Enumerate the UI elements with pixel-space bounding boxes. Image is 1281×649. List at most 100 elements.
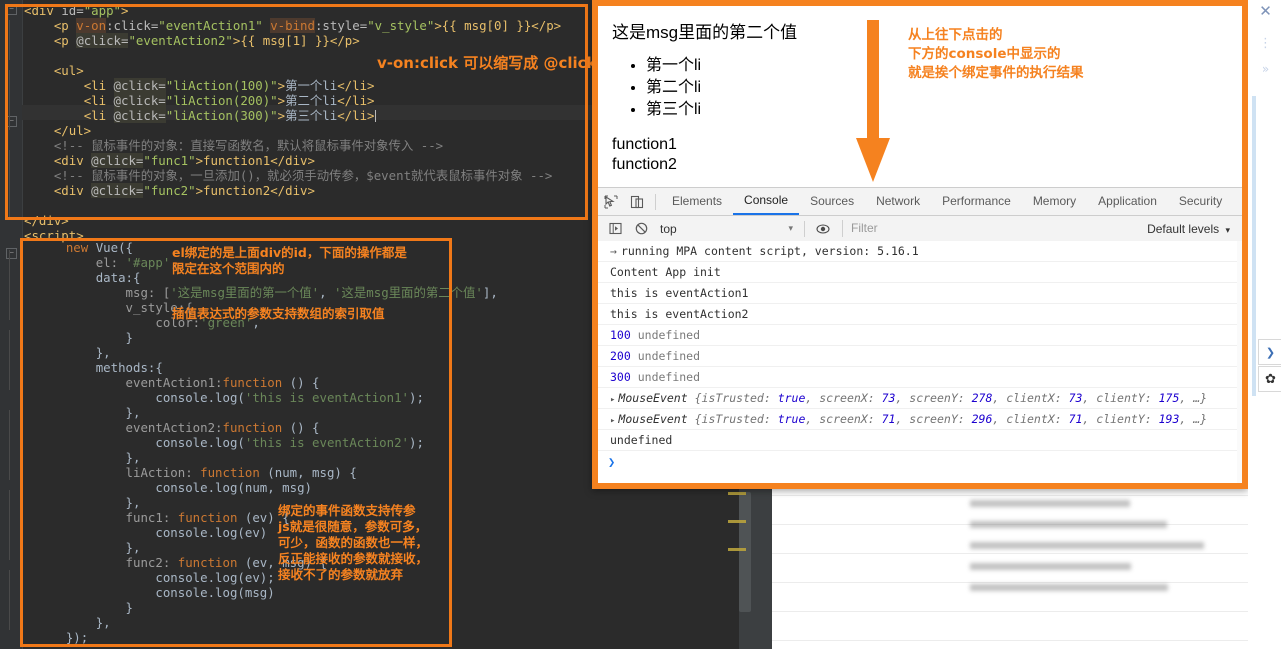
code-line[interactable]: </ul>: [24, 123, 561, 138]
page-list-item[interactable]: 第三个li: [646, 99, 1228, 121]
devtools-tab-elements[interactable]: Elements: [661, 189, 733, 214]
annotation-line: js就是很随意，参数可多，: [278, 519, 428, 534]
console-scrollbar[interactable]: [1237, 241, 1242, 483]
devtools-tab-console[interactable]: Console: [733, 188, 800, 215]
console-log-row[interactable]: this is eventAction1: [598, 283, 1242, 304]
live-expression-eye-icon[interactable]: [810, 216, 836, 242]
code-fold-icon[interactable]: −: [6, 116, 17, 127]
gear-icon-box[interactable]: ✿: [1258, 366, 1281, 392]
devtools-tab-sources[interactable]: Sources: [799, 189, 865, 214]
code-line[interactable]: console.log(num, msg): [36, 480, 498, 495]
editor-marker: [728, 520, 746, 523]
code-line[interactable]: [24, 198, 561, 213]
arrow-icon: →: [610, 244, 617, 258]
console-log-row[interactable]: Content App init: [598, 262, 1242, 283]
more-options-icon[interactable]: ⋮: [1250, 36, 1281, 51]
annotation-el-binding-line1: el绑定的是上面div的id，下面的操作都是: [172, 245, 407, 260]
code-line[interactable]: <p v-on:click="eventAction1" v-bind:styl…: [24, 18, 561, 33]
code-fold-icon[interactable]: −: [6, 4, 17, 15]
page-div-function2[interactable]: function2: [612, 155, 1228, 175]
clear-console-icon[interactable]: [628, 216, 654, 242]
devtools-tab-network[interactable]: Network: [865, 189, 931, 214]
gutter-guide: [9, 570, 10, 630]
console-toolbar[interactable]: top ▾ Filter Default levels ▾: [598, 216, 1242, 242]
devtools-tab-memory[interactable]: Memory: [1022, 189, 1087, 214]
console-log-row[interactable]: 200 undefined: [598, 346, 1242, 367]
device-toolbar-icon[interactable]: [624, 189, 650, 215]
expand-triangle-icon[interactable]: ▸: [610, 395, 615, 405]
browser-window[interactable]: 这是msg里面的第二个值 第一个li第二个li第三个li function1 f…: [592, 0, 1248, 489]
gutter-guide: [9, 70, 10, 130]
console-log-row[interactable]: ▸ MouseEvent {isTrusted: true, screenX: 7…: [598, 409, 1242, 430]
chevron-down-icon: ▾: [788, 223, 793, 233]
close-icon[interactable]: ✕: [1250, 2, 1281, 20]
editor-scrollbar-thumb[interactable]: [739, 492, 751, 612]
gutter-guide: [9, 410, 10, 480]
code-line[interactable]: },: [36, 540, 498, 555]
console-filter-input[interactable]: Filter: [842, 220, 1147, 237]
console-log-levels-select[interactable]: Default levels ▾: [1147, 222, 1238, 236]
devtools-panel[interactable]: Elements Console Sources Network Performance…: [598, 187, 1242, 483]
inspect-element-icon[interactable]: [598, 189, 624, 215]
code-line[interactable]: <!-- 鼠标事件的对象，一旦添加()，就必须手动传参，$event就代表鼠标事…: [24, 168, 561, 183]
console-log-row[interactable]: 300 undefined: [598, 367, 1242, 388]
code-line[interactable]: console.log(msg): [36, 585, 498, 600]
code-line[interactable]: <div @click="func2">function2</div>: [24, 183, 561, 198]
code-line[interactable]: methods:{: [36, 360, 498, 375]
code-fold-icon[interactable]: −: [6, 248, 17, 259]
console-log-row[interactable]: undefined: [598, 430, 1242, 451]
code-line[interactable]: },: [36, 345, 498, 360]
code-line[interactable]: },: [36, 450, 498, 465]
devtools-tab-application[interactable]: Application: [1087, 189, 1168, 214]
code-line[interactable]: msg: ['这是msg里面的第一个值', '这是msg里面的第二个值'],: [36, 285, 498, 300]
rendered-page-area[interactable]: 这是msg里面的第二个值 第一个li第二个li第三个li function1 f…: [598, 6, 1242, 187]
page-div-function1[interactable]: function1: [612, 135, 1228, 155]
code-line[interactable]: console.log('this is eventAction2');: [36, 435, 498, 450]
devtools-tab-performance[interactable]: Performance: [931, 189, 1022, 214]
code-line[interactable]: liAction: function (num, msg) {: [36, 465, 498, 480]
console-log-row[interactable]: 100 undefined: [598, 325, 1242, 346]
editor-code-bottom[interactable]: new Vue({ el: '#app', data:{ msg: ['这是ms…: [36, 240, 498, 645]
code-line[interactable]: },: [36, 615, 498, 630]
console-log-row[interactable]: → running MPA content script, version: 5.…: [598, 241, 1242, 262]
code-line[interactable]: </div>: [24, 213, 561, 228]
chevron-right-icon-box[interactable]: ❯: [1258, 339, 1281, 365]
annotation-line: 绑定的事件函数支持传参: [278, 503, 416, 518]
code-line[interactable]: },: [36, 495, 498, 510]
code-line[interactable]: console.log(ev): [36, 525, 498, 540]
code-line[interactable]: console.log(ev);: [36, 570, 498, 585]
code-line[interactable]: <div id="app">: [24, 3, 561, 18]
down-arrow-icon: [856, 20, 890, 182]
devtools-tabs[interactable]: Elements Console Sources Network Performance…: [661, 188, 1233, 215]
code-line[interactable]: func1: function (ev) {: [36, 510, 498, 525]
console-sidebar-toggle-icon[interactable]: [602, 216, 628, 242]
code-line[interactable]: },: [36, 405, 498, 420]
code-line[interactable]: func2: function (ev, msg) {: [36, 555, 498, 570]
log-number: 300: [610, 370, 631, 384]
devtools-tabbar[interactable]: Elements Console Sources Network Performance…: [598, 188, 1242, 216]
code-line[interactable]: });: [36, 630, 498, 645]
code-line[interactable]: }: [36, 330, 498, 345]
console-log-row[interactable]: this is eventAction2: [598, 304, 1242, 325]
code-line[interactable]: <li @click="liAction(300)">第三个li</li>: [24, 108, 561, 123]
code-line[interactable]: eventAction2:function () {: [36, 420, 498, 435]
code-line[interactable]: <li @click="liAction(200)">第二个li</li>: [24, 93, 561, 108]
code-line[interactable]: console.log('this is eventAction1');: [36, 390, 498, 405]
code-line[interactable]: <li @click="liAction(100)">第一个li</li>: [24, 78, 561, 93]
editor-code-top[interactable]: <div id="app"> <p v-on:click="eventActio…: [24, 3, 561, 243]
console-input-prompt[interactable]: ❯: [598, 451, 1242, 473]
console-log-row[interactable]: ▸ MouseEvent {isTrusted: true, screenX: 7…: [598, 388, 1242, 409]
console-context-select[interactable]: top ▾: [654, 222, 799, 236]
code-line[interactable]: }: [36, 600, 498, 615]
expand-icon[interactable]: »: [1250, 62, 1281, 76]
annotation-line: 就是挨个绑定事件的执行结果: [908, 65, 1084, 81]
log-number: 100: [610, 328, 631, 342]
code-line[interactable]: <!-- 鼠标事件的对象：直接写函数名，默认将鼠标事件对象传入 -->: [24, 138, 561, 153]
code-line[interactable]: eventAction1:function () {: [36, 375, 498, 390]
expand-triangle-icon[interactable]: ▸: [610, 416, 615, 426]
console-log-list[interactable]: → running MPA content script, version: 5.…: [598, 241, 1242, 483]
annotation-line: 从上往下点击的: [908, 27, 1003, 43]
devtools-tab-security[interactable]: Security: [1168, 189, 1233, 214]
code-line[interactable]: <div @click="func1">function1</div>: [24, 153, 561, 168]
code-line[interactable]: <p @click="eventAction2">{{ msg[1] }}</p…: [24, 33, 561, 48]
